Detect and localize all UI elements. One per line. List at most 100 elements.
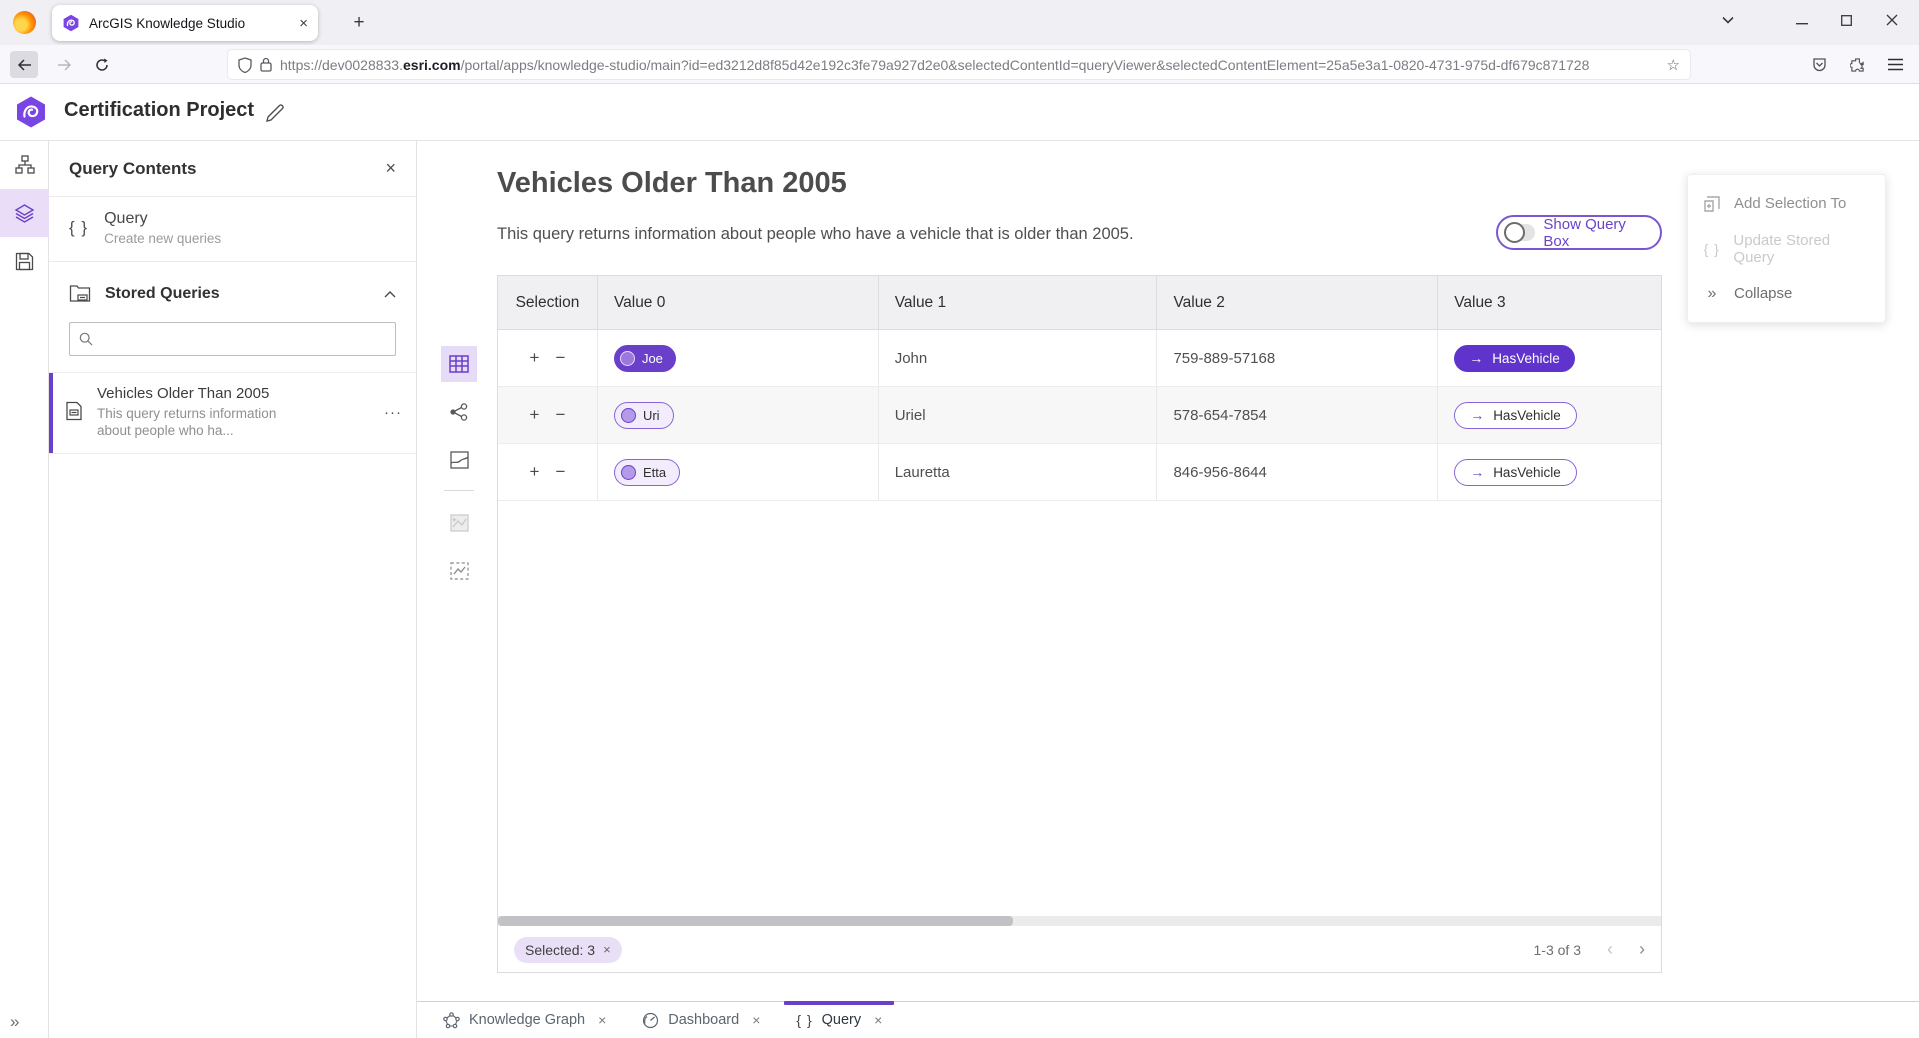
forward-button[interactable] bbox=[50, 51, 78, 78]
reload-button[interactable] bbox=[88, 51, 116, 78]
selected-count-chip[interactable]: Selected: 3 × bbox=[514, 937, 622, 963]
panel-close-icon[interactable]: × bbox=[385, 158, 396, 179]
stored-query-title: Vehicles Older Than 2005 bbox=[97, 385, 297, 402]
toggle-track[interactable] bbox=[1505, 224, 1535, 241]
previous-page-icon[interactable]: ‹ bbox=[1607, 939, 1613, 960]
scrollbar-thumb[interactable] bbox=[498, 916, 1013, 926]
new-map-button-disabled[interactable] bbox=[441, 505, 477, 541]
add-to-selection-button[interactable]: + bbox=[530, 348, 540, 368]
stored-queries-search[interactable] bbox=[69, 322, 396, 356]
rail-item-save[interactable] bbox=[0, 237, 49, 285]
column-header-selection[interactable]: Selection bbox=[498, 276, 598, 329]
cell-phone[interactable]: 759-889-57168 bbox=[1157, 330, 1438, 386]
column-header-value0[interactable]: Value 0 bbox=[598, 276, 879, 329]
tab-list-chevron-icon[interactable] bbox=[1707, 0, 1749, 40]
tab-query[interactable]: { } Query × bbox=[778, 1002, 900, 1038]
cell-phone[interactable]: 846-956-8644 bbox=[1157, 444, 1438, 500]
query-result-title: Vehicles Older Than 2005 bbox=[497, 167, 847, 200]
stored-queries-header[interactable]: Stored Queries bbox=[49, 262, 416, 314]
remove-from-selection-button[interactable]: − bbox=[555, 348, 565, 368]
tab-close-icon[interactable]: × bbox=[752, 1012, 760, 1028]
column-header-value1[interactable]: Value 1 bbox=[879, 276, 1158, 329]
menu-label: Add Selection To bbox=[1734, 195, 1846, 212]
bookmark-star-icon[interactable]: ☆ bbox=[1667, 56, 1680, 74]
main-content: Vehicles Older Than 2005 This query retu… bbox=[417, 141, 1919, 1038]
back-button[interactable] bbox=[10, 51, 38, 78]
menu-item-add-selection-to[interactable]: Add Selection To bbox=[1688, 181, 1885, 226]
relationship-pill[interactable]: → HasVehicle bbox=[1454, 345, 1575, 372]
remove-from-selection-button[interactable]: − bbox=[555, 405, 565, 425]
item-options-icon[interactable]: ··· bbox=[384, 404, 402, 421]
entity-pill[interactable]: Uri bbox=[614, 402, 674, 429]
expand-rail-button[interactable]: » bbox=[10, 1012, 17, 1032]
browser-titlebar: ArcGIS Knowledge Studio × + bbox=[0, 0, 1919, 45]
entity-pill[interactable]: Etta bbox=[614, 459, 680, 486]
table-view-button[interactable] bbox=[441, 346, 477, 382]
column-header-value3[interactable]: Value 3 bbox=[1438, 276, 1661, 329]
extensions-puzzle-icon[interactable] bbox=[1843, 51, 1871, 78]
tab-close-icon[interactable]: × bbox=[598, 1012, 606, 1028]
next-page-icon[interactable]: › bbox=[1639, 939, 1645, 960]
menu-label: Collapse bbox=[1734, 285, 1792, 302]
table-row[interactable]: + − Uri Uriel 578-654-7854 → HasVehicle bbox=[498, 387, 1661, 444]
tab-knowledge-graph[interactable]: Knowledge Graph × bbox=[425, 1002, 624, 1038]
lock-icon[interactable] bbox=[260, 57, 272, 72]
braces-icon: { } bbox=[69, 218, 88, 238]
cell-name[interactable]: John bbox=[879, 330, 1158, 386]
show-query-box-toggle[interactable]: Show Query Box bbox=[1496, 215, 1662, 250]
braces-icon: { } bbox=[1702, 241, 1721, 257]
window-close-button[interactable] bbox=[1871, 0, 1913, 40]
rail-item-contents[interactable] bbox=[0, 189, 49, 237]
menu-hamburger-icon[interactable] bbox=[1881, 51, 1909, 78]
chevron-up-icon[interactable] bbox=[384, 291, 396, 298]
query-contents-panel: Query Contents × { } Query Create new qu… bbox=[49, 141, 417, 1038]
menu-item-collapse[interactable]: » Collapse bbox=[1688, 271, 1885, 316]
edit-pencil-icon[interactable] bbox=[263, 101, 287, 125]
relationship-pill[interactable]: → HasVehicle bbox=[1454, 402, 1577, 429]
pocket-icon[interactable] bbox=[1805, 51, 1833, 78]
stored-query-item[interactable]: Vehicles Older Than 2005 This query retu… bbox=[49, 372, 416, 454]
new-map-icon bbox=[450, 514, 469, 532]
rail-item-data-model[interactable] bbox=[0, 141, 49, 189]
actions-dropdown-menu: Add Selection To { } Update Stored Query… bbox=[1687, 174, 1886, 323]
cell-name[interactable]: Lauretta bbox=[879, 444, 1158, 500]
cell-name[interactable]: Uriel bbox=[879, 387, 1158, 443]
query-item-title: Query bbox=[104, 210, 221, 228]
entity-label: Uri bbox=[643, 408, 660, 423]
selection-map-button[interactable] bbox=[441, 553, 477, 589]
tracking-shield-icon[interactable] bbox=[238, 57, 252, 73]
link-chart-view-button[interactable] bbox=[441, 394, 477, 430]
entity-dot-icon bbox=[621, 408, 636, 423]
remove-from-selection-button[interactable]: − bbox=[555, 462, 565, 482]
toggle-knob[interactable] bbox=[1504, 222, 1525, 243]
view-switcher-toolbar bbox=[441, 346, 477, 601]
entity-pill[interactable]: Joe bbox=[614, 345, 676, 372]
tab-close-icon[interactable]: × bbox=[299, 15, 308, 32]
firefox-icon[interactable] bbox=[13, 11, 36, 34]
clear-selection-icon[interactable]: × bbox=[603, 942, 611, 957]
search-icon bbox=[79, 332, 93, 346]
url-bar[interactable]: https://dev0028833.esri.com/portal/apps/… bbox=[228, 50, 1690, 79]
table-row[interactable]: + − Joe John 759-889-57168 → HasVehicle bbox=[498, 330, 1661, 387]
browser-tab[interactable]: ArcGIS Knowledge Studio × bbox=[52, 5, 318, 41]
pagination-label: 1-3 of 3 bbox=[1534, 942, 1581, 958]
cell-phone[interactable]: 578-654-7854 bbox=[1157, 387, 1438, 443]
app-hexagon-icon bbox=[62, 14, 80, 32]
tab-close-icon[interactable]: × bbox=[874, 1012, 882, 1028]
relationship-pill[interactable]: → HasVehicle bbox=[1454, 459, 1577, 486]
table-footer: Selected: 3 × 1-3 of 3 ‹ › bbox=[498, 926, 1661, 973]
window-minimize-button[interactable] bbox=[1781, 0, 1823, 40]
horizontal-scrollbar[interactable] bbox=[498, 916, 1661, 926]
add-to-selection-button[interactable]: + bbox=[530, 462, 540, 482]
new-tab-button[interactable]: + bbox=[346, 10, 372, 36]
add-to-selection-button[interactable]: + bbox=[530, 405, 540, 425]
table-row[interactable]: + − Etta Lauretta 846-956-8644 → HasVehi… bbox=[498, 444, 1661, 501]
menu-item-update-stored-query[interactable]: { } Update Stored Query bbox=[1688, 226, 1885, 271]
dashboard-gauge-icon bbox=[642, 1012, 659, 1029]
tab-dashboard[interactable]: Dashboard × bbox=[624, 1002, 778, 1038]
window-maximize-button[interactable] bbox=[1825, 0, 1867, 40]
column-header-value2[interactable]: Value 2 bbox=[1157, 276, 1438, 329]
query-list-item[interactable]: { } Query Create new queries bbox=[49, 197, 416, 262]
map-view-button[interactable] bbox=[441, 442, 477, 478]
add-selection-icon bbox=[1702, 195, 1722, 213]
